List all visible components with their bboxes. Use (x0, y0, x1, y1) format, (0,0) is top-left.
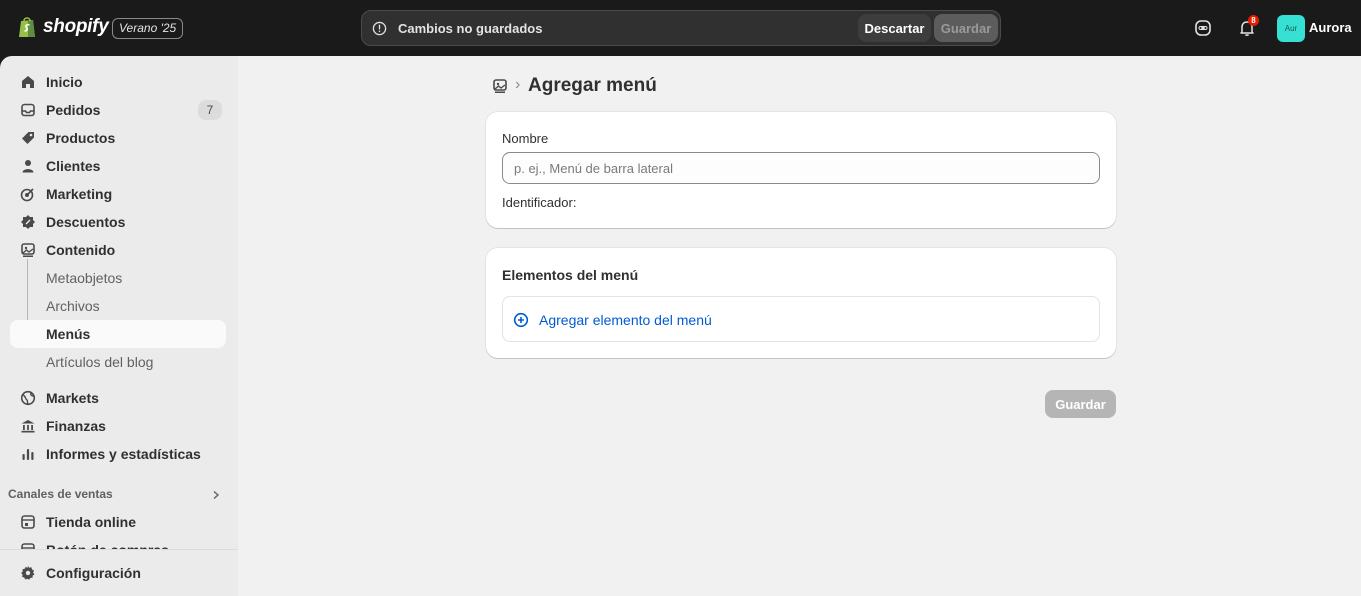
sidebar-item-metaobjetos[interactable]: Metaobjetos (10, 264, 226, 292)
discard-button[interactable]: Descartar (858, 14, 931, 42)
store-icon (21, 515, 35, 529)
sidekick-icon[interactable] (1193, 18, 1213, 38)
bank-icon (21, 420, 35, 433)
chevron-right-icon[interactable] (211, 490, 221, 500)
add-menu-item-label: Agregar elemento del menú (539, 312, 712, 328)
sidebar-item-label: Tienda online (46, 514, 136, 530)
gear-icon (21, 566, 35, 580)
sidebar-item-configuracion[interactable]: Configuración (10, 559, 226, 587)
sidebar-item-pedidos[interactable]: Pedidos 7 (10, 96, 226, 124)
name-input[interactable] (502, 152, 1100, 184)
sidebar-item-descuentos[interactable]: Descuentos (10, 208, 226, 236)
save-button[interactable]: Guardar (1045, 390, 1116, 418)
discount-icon (21, 215, 35, 229)
sidebar-item-productos[interactable]: Productos (10, 124, 226, 152)
shopify-bag-icon (19, 17, 35, 37)
sidebar-divider (0, 549, 238, 550)
sidebar-item-informes[interactable]: Informes y estadísticas (10, 440, 226, 468)
menu-items-title: Elementos del menú (502, 267, 639, 283)
name-label: Nombre (502, 131, 549, 146)
person-icon (22, 160, 34, 173)
sidebar-item-label: Informes y estadísticas (46, 446, 201, 462)
top-bar: shopify Verano '25 Cambios no guardados … (0, 0, 1361, 56)
sidebar-item-label: Menús (46, 326, 91, 342)
sidebar-item-clientes[interactable]: Clientes (10, 152, 226, 180)
target-icon (20, 188, 34, 202)
sidebar-item-marketing[interactable]: Marketing (10, 180, 226, 208)
sidebar-item-label: Configuración (46, 565, 141, 581)
page-title: Agregar menú (528, 75, 657, 96)
inbox-icon (21, 103, 35, 117)
home-icon (22, 76, 34, 88)
sidebar-item-label: Marketing (46, 186, 113, 202)
sidebar-item-label: Markets (46, 390, 99, 406)
sidebar-item-label: Productos (46, 130, 116, 146)
sidebar-item-label: Clientes (46, 158, 101, 174)
content-icon (21, 243, 35, 257)
edition-badge[interactable]: Verano '25 (112, 18, 184, 39)
sidebar-item-label: Inicio (46, 74, 83, 90)
globe-icon (20, 390, 36, 406)
notification-badge: 8 (1248, 15, 1259, 26)
sidebar-item-label: Pedidos (46, 102, 101, 118)
menu-name-card: Nombre Identificador: (486, 112, 1116, 228)
save-button-top[interactable]: Guardar (934, 14, 998, 42)
unsaved-changes-bar: Cambios no guardados Descartar Guardar (361, 10, 1001, 46)
main-content: › Agregar menú Nombre Identificador: Ele… (238, 56, 1361, 596)
sidebar-item-inicio[interactable]: Inicio (10, 68, 226, 96)
avatar[interactable]: Aur (1277, 15, 1305, 42)
sidebar-item-label: Contenido (46, 242, 116, 258)
alert-circle-icon (372, 21, 387, 36)
content-breadcrumb-icon[interactable] (492, 78, 508, 94)
sidebar-item-label: Finanzas (46, 418, 106, 434)
sidebar-item-finanzas[interactable]: Finanzas (10, 412, 226, 440)
sidebar-item-tienda-online[interactable]: Tienda online (10, 508, 226, 536)
orders-count-badge: 7 (198, 100, 222, 120)
add-menu-item-button[interactable]: Agregar elemento del menú (502, 296, 1100, 342)
user-name[interactable]: Aurora (1309, 20, 1352, 35)
sidebar-item-markets[interactable]: Markets (10, 384, 226, 412)
breadcrumb-separator: › (515, 76, 521, 93)
plus-circle-icon (513, 312, 529, 328)
sidebar-item-archivos[interactable]: Archivos (10, 292, 226, 320)
identifier-label: Identificador: (502, 195, 577, 210)
shopify-wordmark: shopify (43, 16, 109, 37)
sidebar-item-articulos-blog[interactable]: Artículos del blog (10, 348, 226, 376)
sidebar-item-label: Artículos del blog (46, 354, 154, 370)
sales-channels-heading[interactable]: Canales de ventas (8, 487, 113, 501)
sidebar-item-contenido[interactable]: Contenido (10, 236, 226, 264)
tag-icon (22, 132, 34, 144)
sidebar-item-label: Metaobjetos (46, 270, 123, 286)
unsaved-message: Cambios no guardados (398, 21, 543, 36)
sidebar-item-label: Descuentos (46, 214, 126, 230)
sidebar: Inicio Pedidos 7 Productos Clientes Mark… (0, 56, 238, 596)
shopify-logo[interactable]: shopify (18, 16, 109, 38)
sidebar-item-label: Archivos (46, 298, 100, 314)
bar-chart-icon (22, 449, 34, 460)
menu-items-card: Elementos del menú Agregar elemento del … (486, 248, 1116, 358)
sidebar-item-menus[interactable]: Menús (10, 320, 226, 348)
